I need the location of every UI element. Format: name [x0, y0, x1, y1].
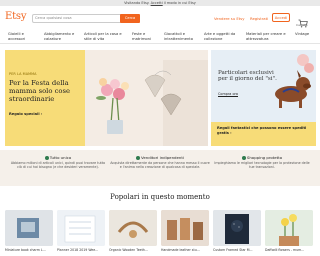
product-title[interactable]: Handmade leather stu... [161, 248, 209, 252]
product-title[interactable]: Organic Wooden Teeth... [109, 248, 157, 252]
check-icon [136, 156, 141, 160]
cookie-notice-text: Visitando Etsy. [124, 1, 151, 5]
benefit-title: Tutto unico [49, 155, 72, 160]
product-card[interactable] [5, 210, 53, 246]
popular-products: Miniature book charm L... Planner 2018 2… [5, 210, 317, 256]
nav-home-living[interactable]: Articoli per la casa e stile di vita [84, 32, 122, 41]
nav-jewelry[interactable]: Gioielli e accessori [8, 32, 34, 41]
benefit-text: Abbiamo milioni di articoli unici, quind… [10, 161, 106, 170]
check-icon [44, 156, 49, 160]
promo-title: Particolari esclusivi per il giorno del … [218, 70, 277, 83]
nav-art[interactable]: Arte e oggetti da collezione [204, 32, 242, 41]
cart-label: Carrello [296, 23, 308, 27]
category-nav: Gioielli e accessori Abbigliamento e cal… [0, 30, 320, 44]
cookie-notice-tail: il modo in cui Etsy [162, 1, 196, 5]
check-icon [241, 156, 246, 160]
benefit-sellers: Venditori indipendenti Acquista direttam… [110, 155, 210, 170]
free-shipping-promo[interactable]: Regali fantastici che possono essere spe… [211, 122, 316, 146]
hero-tag: PER LA MAMMA [9, 72, 37, 76]
product-card[interactable] [265, 210, 313, 246]
product-card[interactable] [109, 210, 157, 246]
sell-on-etsy-link[interactable]: Vendere su Etsy [214, 16, 245, 21]
benefit-unique: Tutto unico Abbiamo milioni di articoli … [8, 155, 108, 170]
search-button[interactable]: Cerca [120, 14, 140, 23]
register-link[interactable]: Registrati [250, 16, 268, 21]
promo-link[interactable]: Compra ora [218, 92, 238, 96]
product-card[interactable] [213, 210, 261, 246]
benefit-title: Venditori indipendenti [141, 155, 184, 160]
product-title[interactable]: Daffodil flowers - mum... [265, 248, 313, 252]
benefit-text: Acquista direttamente da persone che han… [110, 161, 210, 170]
nav-toys[interactable]: Giocattoli e intrattenimento [164, 32, 202, 41]
cookie-accept-link[interactable]: Accetti [151, 1, 163, 5]
benefit-title: Shopping protetto [246, 155, 283, 160]
nav-craft-supplies[interactable]: Materiali per creare e attrezzatura [246, 32, 290, 41]
product-title[interactable]: Custom Framed Star M... [213, 248, 261, 252]
product-card[interactable] [161, 210, 209, 246]
site-header: Etsy Cerca qualsiasi cosa Cerca Vendere … [0, 6, 320, 28]
product-card[interactable] [57, 210, 105, 246]
hero-cta-link[interactable]: Regalo speciali › [9, 112, 42, 116]
benefit-secure: Shopping protetto Impieghiamo le miglior… [212, 155, 312, 170]
hero-image[interactable] [85, 50, 208, 146]
hero-title: Per la Festa della mamma solo cose strao… [9, 79, 71, 103]
benefit-text: Impieghiamo le migliori tecnologie per l… [214, 161, 310, 170]
popular-section-title: Popolari in questo momento [110, 193, 210, 201]
product-title[interactable]: Miniature book charm L... [5, 248, 53, 252]
etsy-logo[interactable]: Etsy [5, 11, 27, 22]
login-button[interactable]: Accedi [272, 13, 290, 22]
nav-clothing[interactable]: Abbigliamento e calzature [44, 32, 80, 41]
product-title[interactable]: Planner 2018 2019 Wee... [57, 248, 105, 252]
nav-vintage[interactable]: Vintage [295, 32, 317, 37]
nav-weddings[interactable]: Feste e matrimoni [132, 32, 158, 41]
